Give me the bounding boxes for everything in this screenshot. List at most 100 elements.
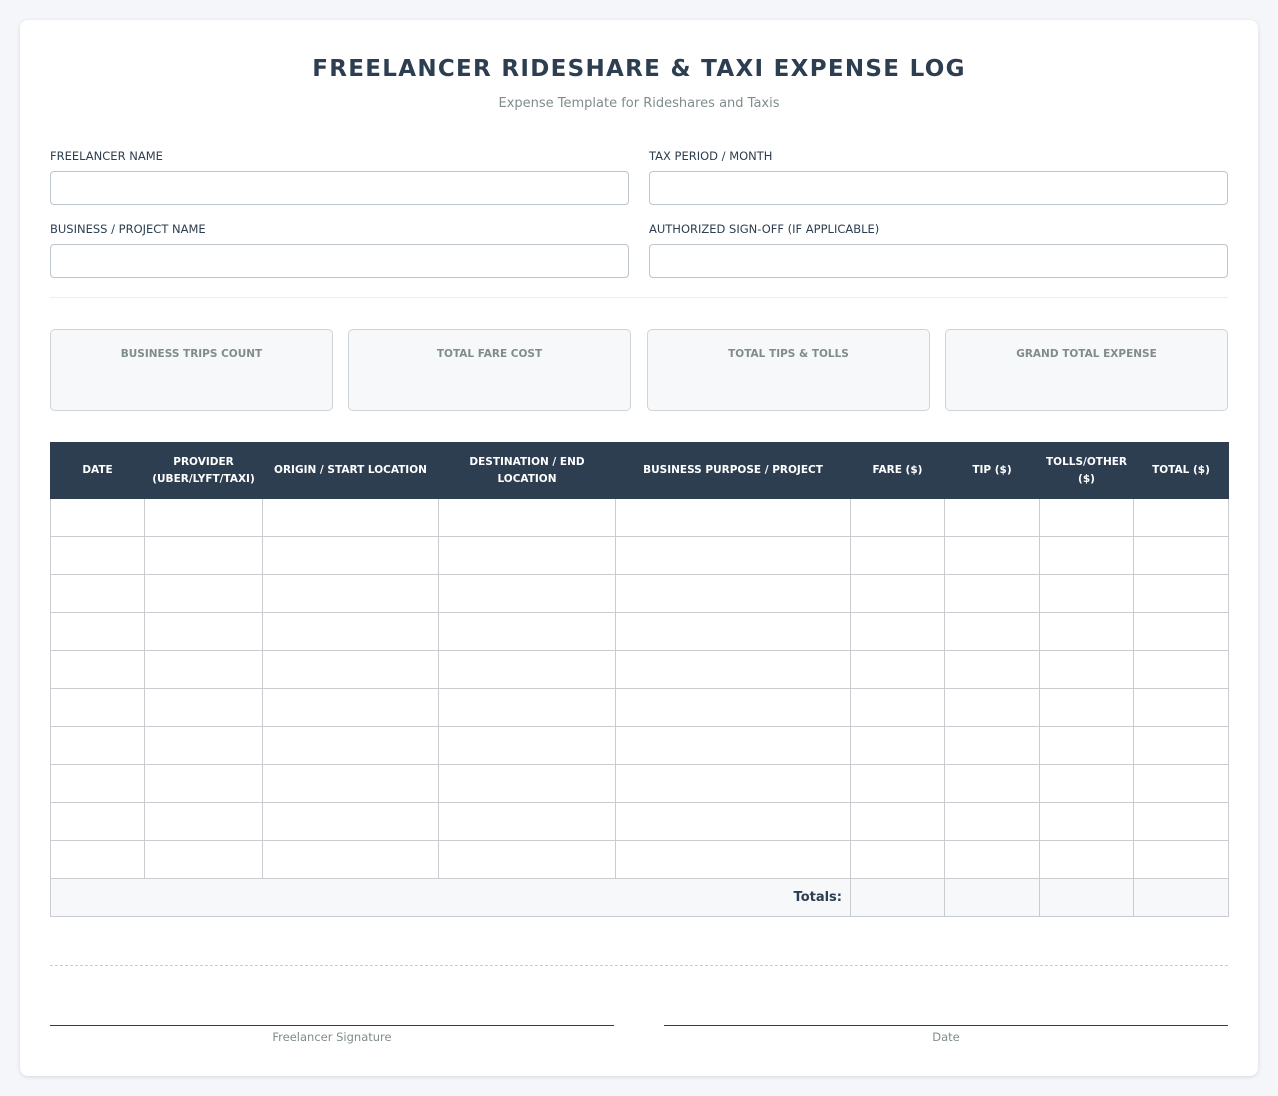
cell-destination[interactable] <box>438 802 616 841</box>
cell-tolls[interactable] <box>1039 688 1134 727</box>
cell-provider[interactable] <box>144 726 263 765</box>
cell-destination[interactable] <box>438 764 616 803</box>
cell-destination[interactable] <box>438 688 616 727</box>
cell-fare[interactable] <box>850 840 945 879</box>
cell-tip[interactable] <box>944 726 1040 765</box>
cell-date[interactable] <box>50 802 145 841</box>
cell-destination[interactable] <box>438 498 616 537</box>
cell-purpose[interactable] <box>615 802 851 841</box>
cell-tolls[interactable] <box>1039 840 1134 879</box>
cell-fare[interactable] <box>850 650 945 689</box>
cell-total[interactable] <box>1133 764 1229 803</box>
cell-provider[interactable] <box>144 612 263 651</box>
cell-total[interactable] <box>1133 650 1229 689</box>
freelancer-name-input[interactable] <box>50 171 629 205</box>
cell-purpose[interactable] <box>615 536 851 575</box>
cell-tolls[interactable] <box>1039 536 1134 575</box>
cell-fare[interactable] <box>850 688 945 727</box>
cell-fare[interactable] <box>850 498 945 537</box>
cell-fare[interactable] <box>850 764 945 803</box>
totals-tolls-cell[interactable] <box>1039 878 1134 917</box>
cell-total[interactable] <box>1133 498 1229 537</box>
cell-origin[interactable] <box>262 498 439 537</box>
cell-date[interactable] <box>50 764 145 803</box>
cell-tolls[interactable] <box>1039 650 1134 689</box>
cell-provider[interactable] <box>144 688 263 727</box>
cell-purpose[interactable] <box>615 498 851 537</box>
authorized-signoff-input[interactable] <box>649 244 1228 278</box>
cell-fare[interactable] <box>850 726 945 765</box>
cell-purpose[interactable] <box>615 612 851 651</box>
tax-period-input[interactable] <box>649 171 1228 205</box>
cell-tip[interactable] <box>944 650 1040 689</box>
cell-destination[interactable] <box>438 726 616 765</box>
date-signature-line[interactable]: Date <box>664 1025 1228 1044</box>
cell-date[interactable] <box>50 574 145 613</box>
cell-origin[interactable] <box>262 612 439 651</box>
cell-tolls[interactable] <box>1039 764 1134 803</box>
cell-purpose[interactable] <box>615 650 851 689</box>
cell-tip[interactable] <box>944 612 1040 651</box>
cell-provider[interactable] <box>144 574 263 613</box>
cell-origin[interactable] <box>262 840 439 879</box>
cell-tolls[interactable] <box>1039 726 1134 765</box>
cell-total[interactable] <box>1133 612 1229 651</box>
cell-total[interactable] <box>1133 726 1229 765</box>
cell-tolls[interactable] <box>1039 574 1134 613</box>
cell-date[interactable] <box>50 840 145 879</box>
cell-total[interactable] <box>1133 688 1229 727</box>
cell-origin[interactable] <box>262 764 439 803</box>
cell-destination[interactable] <box>438 840 616 879</box>
cell-destination[interactable] <box>438 612 616 651</box>
cell-origin[interactable] <box>262 688 439 727</box>
cell-total[interactable] <box>1133 802 1229 841</box>
cell-tip[interactable] <box>944 536 1040 575</box>
totals-fare-cell[interactable] <box>850 878 945 917</box>
cell-date[interactable] <box>50 650 145 689</box>
totals-tip-cell[interactable] <box>944 878 1040 917</box>
cell-purpose[interactable] <box>615 840 851 879</box>
cell-date[interactable] <box>50 536 145 575</box>
cell-purpose[interactable] <box>615 688 851 727</box>
cell-date[interactable] <box>50 688 145 727</box>
cell-tolls[interactable] <box>1039 802 1134 841</box>
cell-origin[interactable] <box>262 536 439 575</box>
cell-origin[interactable] <box>262 726 439 765</box>
cell-fare[interactable] <box>850 612 945 651</box>
cell-tolls[interactable] <box>1039 498 1134 537</box>
cell-total[interactable] <box>1133 536 1229 575</box>
cell-provider[interactable] <box>144 536 263 575</box>
cell-provider[interactable] <box>144 498 263 537</box>
cell-origin[interactable] <box>262 574 439 613</box>
cell-provider[interactable] <box>144 802 263 841</box>
cell-fare[interactable] <box>850 802 945 841</box>
cell-purpose[interactable] <box>615 726 851 765</box>
cell-total[interactable] <box>1133 574 1229 613</box>
cell-purpose[interactable] <box>615 574 851 613</box>
cell-tip[interactable] <box>944 498 1040 537</box>
cell-origin[interactable] <box>262 650 439 689</box>
cell-provider[interactable] <box>144 650 263 689</box>
cell-purpose[interactable] <box>615 764 851 803</box>
cell-origin[interactable] <box>262 802 439 841</box>
cell-total[interactable] <box>1133 840 1229 879</box>
cell-tip[interactable] <box>944 764 1040 803</box>
cell-tip[interactable] <box>944 840 1040 879</box>
cell-destination[interactable] <box>438 536 616 575</box>
business-name-input[interactable] <box>50 244 629 278</box>
cell-tolls[interactable] <box>1039 612 1134 651</box>
cell-date[interactable] <box>50 612 145 651</box>
cell-tip[interactable] <box>944 688 1040 727</box>
cell-fare[interactable] <box>850 574 945 613</box>
cell-fare[interactable] <box>850 536 945 575</box>
cell-tip[interactable] <box>944 802 1040 841</box>
cell-date[interactable] <box>50 726 145 765</box>
totals-total-cell[interactable] <box>1133 878 1229 917</box>
cell-provider[interactable] <box>144 764 263 803</box>
cell-provider[interactable] <box>144 840 263 879</box>
cell-destination[interactable] <box>438 574 616 613</box>
cell-destination[interactable] <box>438 650 616 689</box>
freelancer-signature-line[interactable]: Freelancer Signature <box>50 1025 614 1044</box>
cell-tip[interactable] <box>944 574 1040 613</box>
cell-date[interactable] <box>50 498 145 537</box>
